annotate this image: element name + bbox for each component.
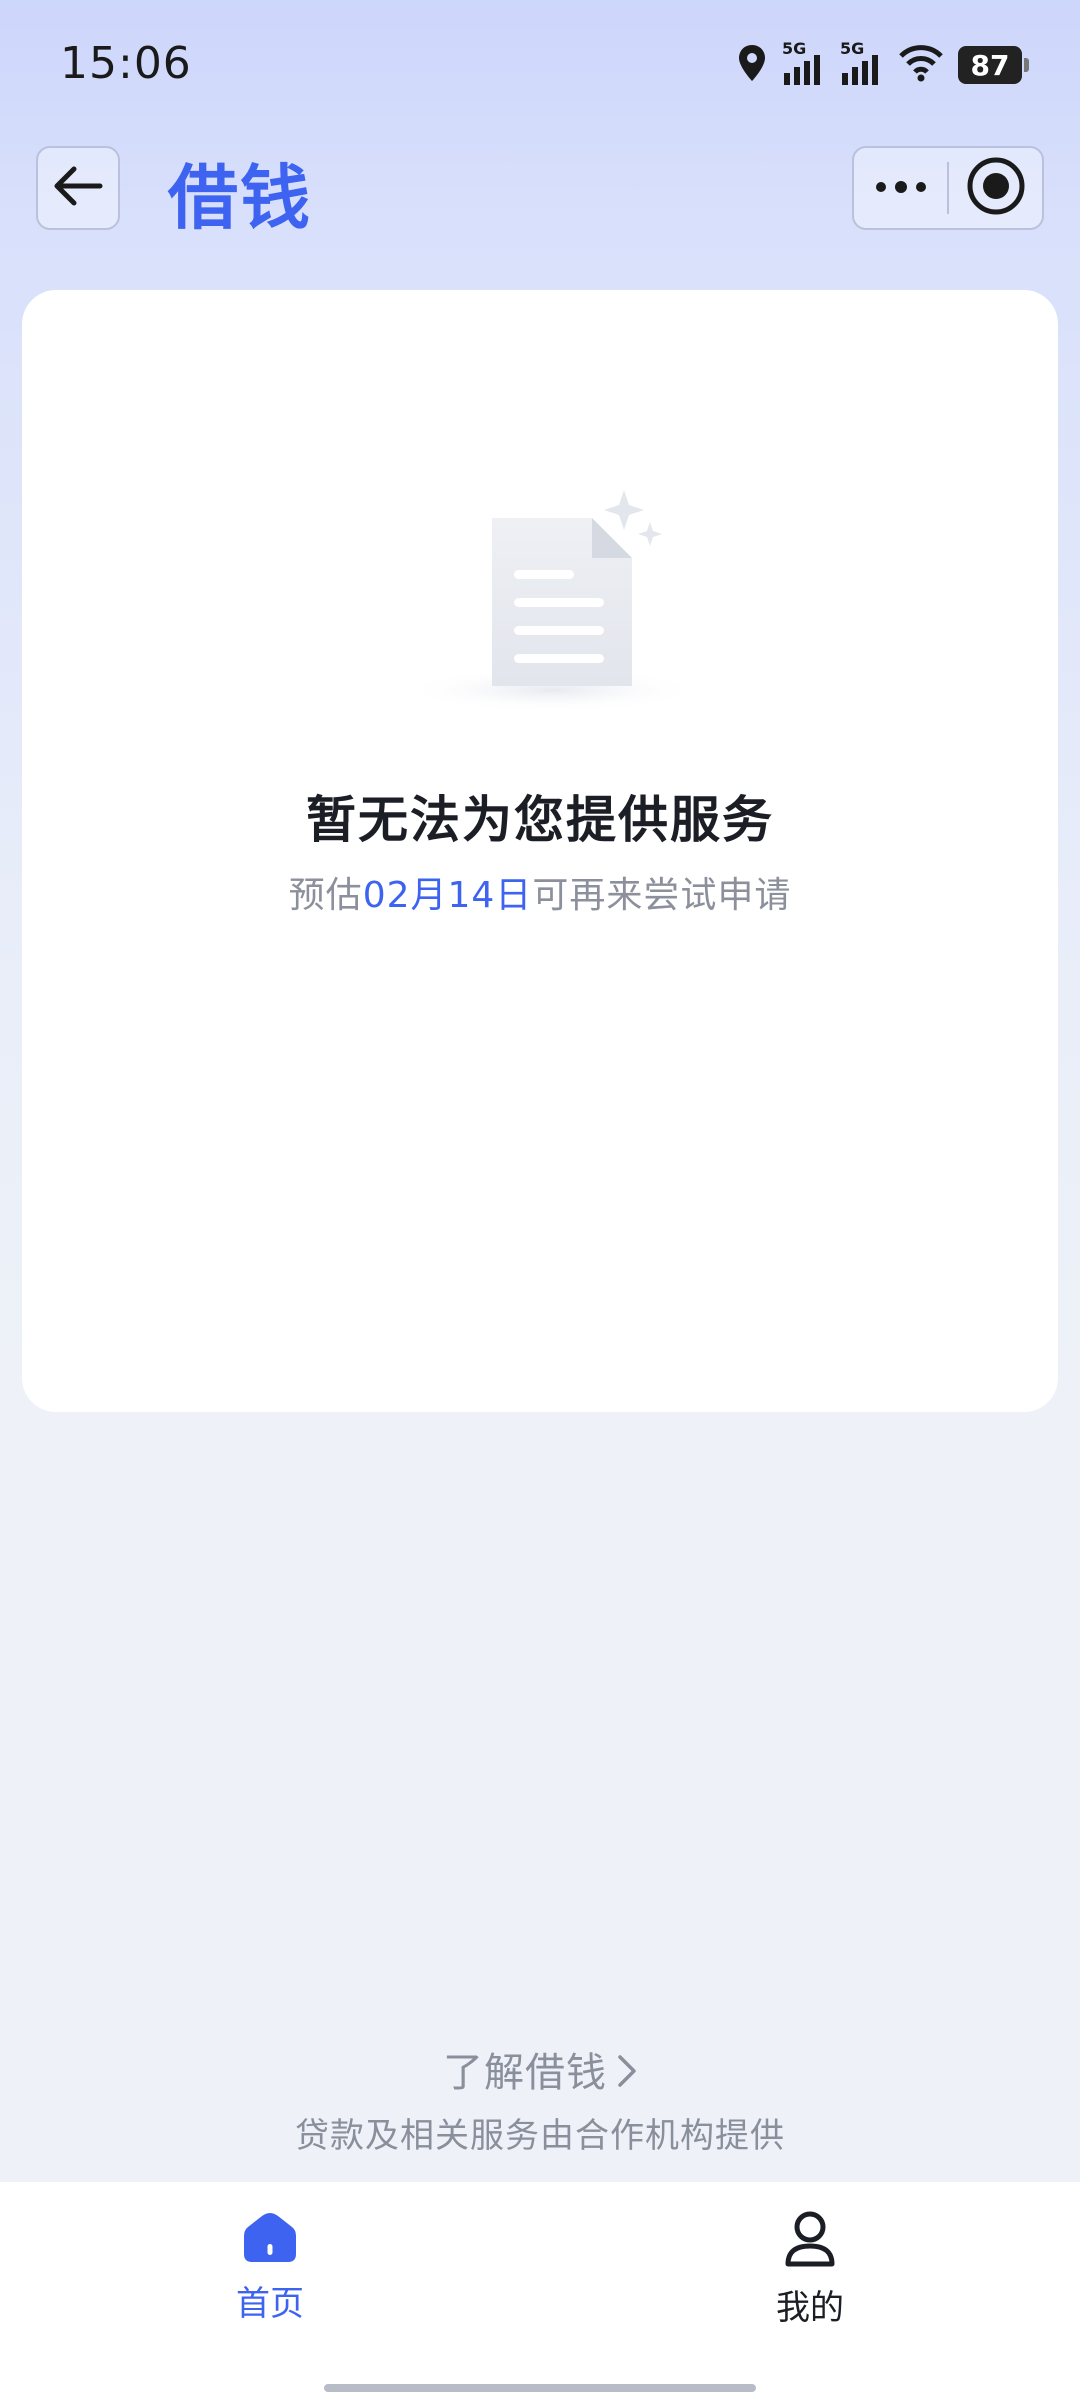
- empty-state-subtitle: 预估02月14日可再来尝试申请: [22, 866, 1058, 918]
- close-mini-program-button[interactable]: [949, 148, 1042, 228]
- target-circle-icon: [966, 156, 1026, 220]
- tab-bar: 首页 我的: [0, 2182, 1080, 2400]
- mini-program-capsule: [852, 146, 1044, 230]
- signal-5g-icon-2: 5G: [840, 39, 884, 87]
- learn-more-link[interactable]: 了解借钱: [0, 2040, 1080, 2098]
- user-icon: [782, 2210, 838, 2272]
- status-bar: 15:06 5G 5G 87: [0, 0, 1080, 130]
- tab-mine[interactable]: 我的: [710, 2210, 910, 2330]
- subtitle-suffix: 可再来尝试申请: [532, 875, 792, 916]
- back-button[interactable]: [36, 146, 120, 230]
- arrow-left-icon: [52, 164, 104, 212]
- retry-date: 02月14日: [362, 875, 533, 916]
- home-icon: [242, 2210, 298, 2268]
- nav-bar: 借钱: [0, 140, 1080, 240]
- more-button[interactable]: [854, 148, 947, 228]
- chevron-right-icon: [617, 2052, 637, 2098]
- subtitle-prefix: 预估: [288, 875, 363, 916]
- wifi-icon: [898, 43, 944, 87]
- ellipsis-icon: [874, 179, 928, 198]
- battery-icon: 87: [958, 46, 1029, 84]
- status-icons: 5G 5G 87: [736, 39, 1029, 90]
- home-indicator[interactable]: [324, 2384, 756, 2392]
- main-card: 暂无法为您提供服务 预估02月14日可再来尝试申请: [22, 290, 1058, 1412]
- disclaimer-text: 贷款及相关服务由合作机构提供: [295, 2116, 785, 2156]
- signal-5g-icon: 5G: [782, 39, 826, 87]
- empty-state-title: 暂无法为您提供服务: [306, 791, 774, 849]
- document-icon: [392, 490, 772, 712]
- location-icon: [736, 43, 768, 87]
- tab-home[interactable]: 首页: [170, 2210, 370, 2330]
- status-time: 15:06: [60, 38, 192, 89]
- learn-more-label: 了解借钱: [443, 2050, 607, 2096]
- page-title: 借钱: [168, 157, 312, 239]
- tab-mine-label: 我的: [776, 2288, 844, 2328]
- tab-home-label: 首页: [236, 2284, 304, 2324]
